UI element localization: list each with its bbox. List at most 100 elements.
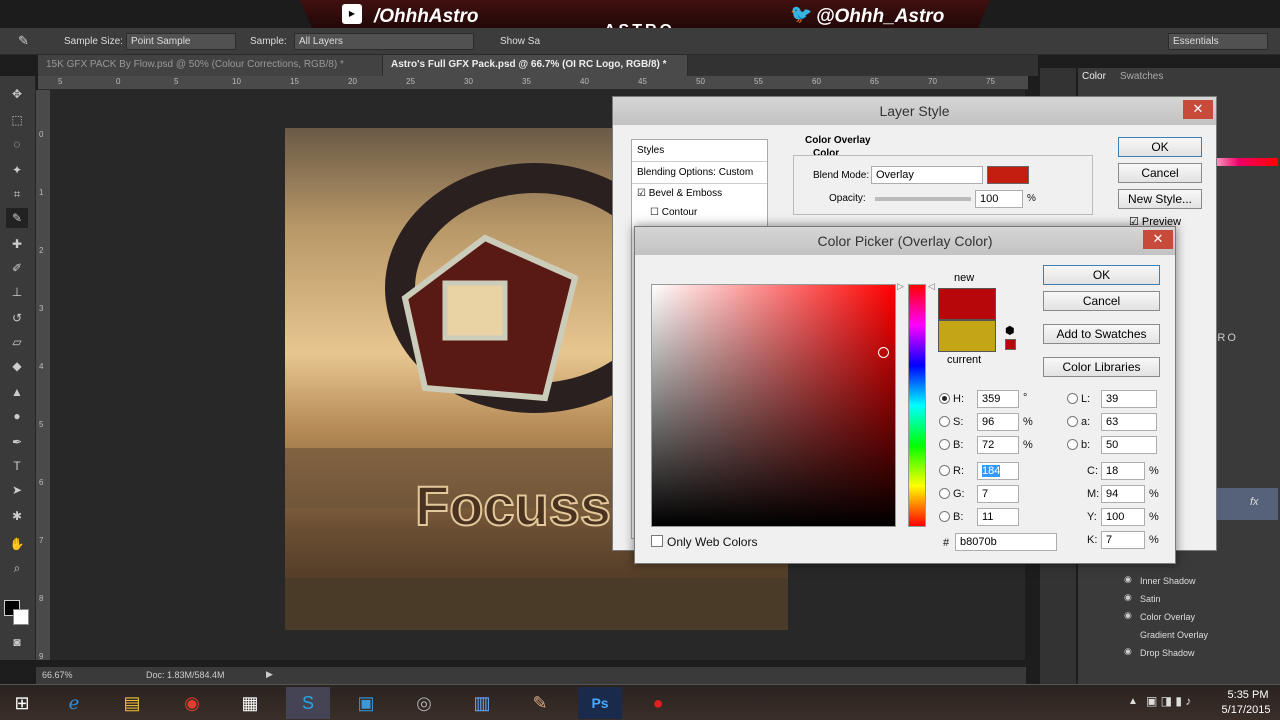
ok-button[interactable]: OK [1118, 137, 1202, 157]
type-tool-icon[interactable]: T [6, 456, 28, 476]
color-field[interactable] [651, 284, 896, 527]
blur-tool-icon[interactable]: ▲ [6, 382, 28, 402]
tab-color[interactable]: Color [1082, 71, 1106, 82]
hue-slider-right-arrow[interactable]: ◁ [928, 281, 935, 292]
gamut-warning-icon[interactable]: ⬢ [1005, 324, 1015, 337]
paint-bucket-icon[interactable]: ◆ [6, 356, 28, 376]
opacity-slider[interactable] [875, 197, 971, 201]
network-app-icon[interactable]: ▥ [460, 687, 504, 719]
cinema4d-icon[interactable]: ◎ [402, 687, 446, 719]
crop-tool-icon[interactable]: ⌗ [6, 184, 28, 204]
effect-color-overlay[interactable]: Color Overlay [1140, 612, 1195, 622]
quick-select-icon[interactable]: ✦ [6, 160, 28, 180]
close-icon[interactable]: ✕ [1143, 230, 1173, 249]
background-color-swatch[interactable] [13, 609, 29, 625]
brightness-radio[interactable] [939, 439, 950, 450]
red-field[interactable]: 184 [977, 462, 1019, 480]
checkbox-checked[interactable]: ☑ [637, 188, 649, 199]
green-field[interactable]: 7 [977, 485, 1019, 503]
cyan-field[interactable]: 18 [1101, 462, 1145, 480]
hex-field[interactable]: b8070b [955, 533, 1057, 551]
media-icon[interactable]: ▦ [228, 687, 272, 719]
sample-select[interactable]: All Layers [294, 33, 474, 50]
tab-flow-pack[interactable]: 15K GFX PACK By Flow.psd @ 50% (Colour C… [38, 55, 383, 76]
cancel-button[interactable]: Cancel [1043, 291, 1160, 311]
color-libraries-button[interactable]: Color Libraries [1043, 357, 1160, 377]
bevel-emboss-item[interactable]: ☑ Bevel & Emboss [632, 184, 767, 203]
a-radio[interactable] [1067, 416, 1078, 427]
eye-icon[interactable]: ◉ [1124, 646, 1132, 657]
web-safe-swatch[interactable] [1005, 339, 1016, 350]
saturation-radio[interactable] [939, 416, 950, 427]
show-sampling-label[interactable]: Show Sa [500, 36, 540, 47]
app-icon[interactable]: ▣ [344, 687, 388, 719]
hue-slider-left-arrow[interactable]: ▷ [897, 281, 904, 292]
saturation-field[interactable]: 96 [977, 413, 1019, 431]
pen-tool-icon[interactable]: ✒ [6, 432, 28, 452]
windows-start-icon[interactable]: ⊞ [0, 687, 44, 719]
yellow-field[interactable]: 100 [1101, 508, 1145, 526]
chrome-icon[interactable]: ◉ [170, 687, 214, 719]
history-brush-icon[interactable]: ↺ [6, 308, 28, 328]
tray-arrow-icon[interactable]: ▲ [1128, 696, 1138, 707]
effect-gradient-overlay[interactable]: Gradient Overlay [1140, 630, 1208, 640]
magenta-field[interactable]: 94 [1101, 485, 1145, 503]
eye-icon[interactable]: ◉ [1124, 610, 1132, 621]
status-arrow-icon[interactable]: ▶ [266, 669, 273, 680]
ie-icon[interactable]: ℯ [52, 687, 96, 719]
only-web-colors-checkbox[interactable] [651, 535, 663, 547]
healing-brush-icon[interactable]: ✚ [6, 234, 28, 254]
current-color-swatch[interactable] [938, 320, 996, 352]
shape-tool-icon[interactable]: ✱ [6, 506, 28, 526]
opacity-field[interactable]: 100 [975, 190, 1023, 208]
lasso-tool-icon[interactable]: ◌ [6, 134, 28, 154]
zoom-level[interactable]: 66.67% [42, 670, 73, 680]
cancel-button[interactable]: Cancel [1118, 163, 1202, 183]
blue-field[interactable]: 11 [977, 508, 1019, 526]
contour-item[interactable]: ☐ Contour [632, 203, 767, 222]
ok-button[interactable]: OK [1043, 265, 1160, 285]
editor-app-icon[interactable]: ✎ [518, 687, 562, 719]
quick-mask-icon[interactable]: ◙ [6, 632, 28, 652]
tab-astro-pack[interactable]: Astro's Full GFX Pack.psd @ 66.7% (OI RC… [383, 55, 688, 76]
zoom-tool-icon[interactable]: ⌕ [6, 558, 28, 578]
tray-icons[interactable]: ▣ ◨ ▮ ♪ [1146, 694, 1191, 708]
black-field[interactable]: 7 [1101, 531, 1145, 549]
eye-icon[interactable]: ◉ [1124, 592, 1132, 603]
path-select-icon[interactable]: ➤ [6, 480, 28, 500]
red-radio[interactable] [939, 465, 950, 476]
sample-size-select[interactable]: Point Sample [126, 33, 236, 50]
effect-satin[interactable]: Satin [1140, 594, 1161, 604]
brush-tool-icon[interactable]: ✐ [6, 258, 28, 278]
color-field-marker[interactable] [878, 347, 889, 358]
eraser-tool-icon[interactable]: ▱ [6, 332, 28, 352]
eye-icon[interactable]: ◉ [1124, 574, 1132, 585]
hand-tool-icon[interactable]: ✋ [6, 534, 28, 554]
record-icon[interactable]: ● [636, 687, 680, 719]
blue-radio[interactable] [939, 511, 950, 522]
blend-mode-select[interactable]: Overlay [871, 166, 983, 184]
checkbox[interactable]: ☐ [650, 207, 662, 218]
b-lab-radio[interactable] [1067, 439, 1078, 450]
effect-inner-shadow[interactable]: Inner Shadow [1140, 576, 1196, 586]
eyedropper-tool-icon[interactable]: ✎ [6, 208, 28, 228]
effect-drop-shadow[interactable]: Drop Shadow [1140, 648, 1195, 658]
fx-icon[interactable]: fx [1250, 496, 1259, 508]
tab-swatches[interactable]: Swatches [1120, 71, 1163, 82]
new-style-button[interactable]: New Style... [1118, 189, 1202, 209]
blending-options[interactable]: Blending Options: Custom [632, 162, 767, 184]
l-radio[interactable] [1067, 393, 1078, 404]
a-field[interactable]: 63 [1101, 413, 1157, 431]
hue-radio[interactable] [939, 393, 950, 404]
dodge-tool-icon[interactable]: ● [6, 406, 28, 426]
b-lab-field[interactable]: 50 [1101, 436, 1157, 454]
photoshop-icon[interactable]: Ps [578, 687, 622, 719]
styles-header[interactable]: Styles [632, 140, 767, 162]
add-to-swatches-button[interactable]: Add to Swatches [1043, 324, 1160, 344]
overlay-color-swatch[interactable] [987, 166, 1029, 184]
file-explorer-icon[interactable]: ▤ [110, 687, 154, 719]
brightness-field[interactable]: 72 [977, 436, 1019, 454]
clock-date[interactable]: 5/17/2015 [1216, 704, 1276, 716]
green-radio[interactable] [939, 488, 950, 499]
close-icon[interactable]: ✕ [1183, 100, 1213, 119]
